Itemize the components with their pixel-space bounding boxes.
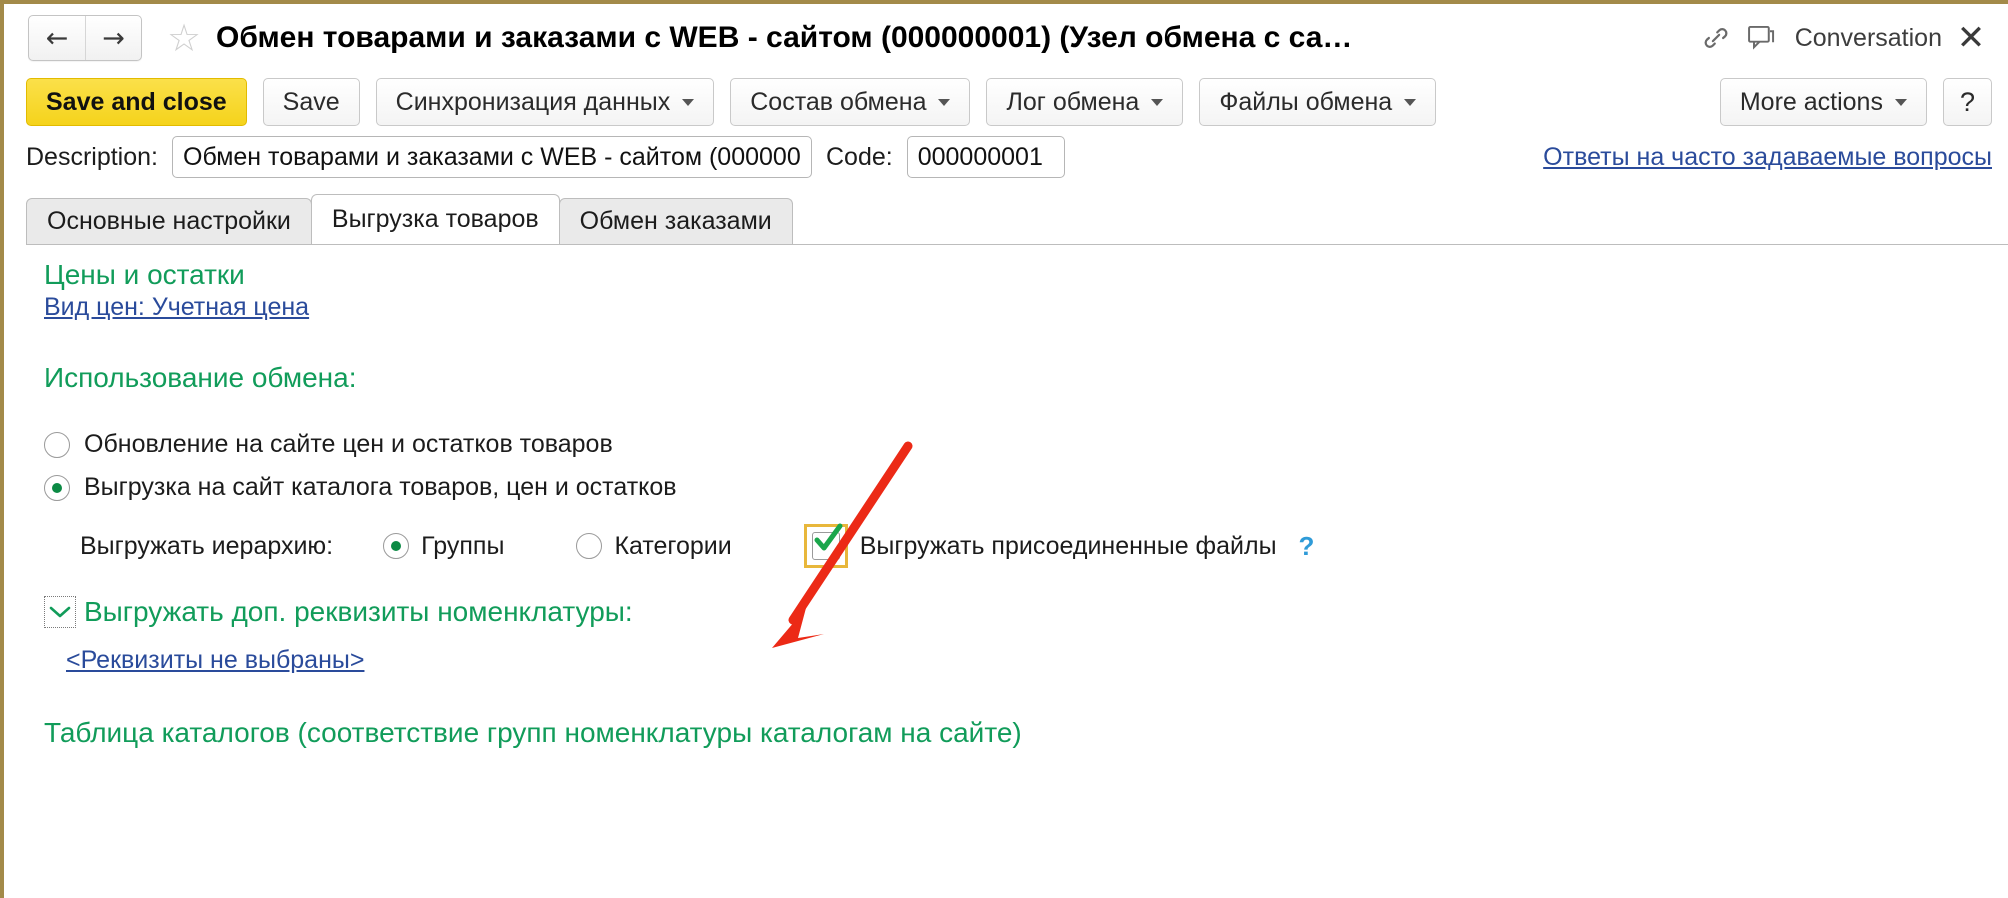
chevron-down-icon	[938, 98, 951, 106]
chevron-down-icon	[1894, 98, 1907, 106]
page-title: Обмен товарами и заказами с WEB - сайтом…	[216, 21, 1353, 54]
hierarchy-row: Выгружать иерархию: Группы Категории Выг…	[80, 523, 2008, 568]
checkbox-box	[811, 523, 843, 560]
radio-upload-catalog[interactable]	[44, 474, 70, 501]
command-bar: Save and close Save Синхронизация данных…	[4, 72, 2008, 132]
extra-props-section[interactable]: Выгружать доп. реквизиты номенклатуры:	[44, 596, 2008, 628]
exchange-files-menu-button[interactable]: Файлы обмена	[1199, 78, 1437, 126]
help-button[interactable]: ?	[1942, 78, 1992, 126]
star-icon[interactable]: ☆	[162, 16, 206, 60]
navigation-button-group: ← →	[28, 15, 142, 61]
conversation-label[interactable]: Conversation	[1795, 24, 1942, 53]
exchange-content-menu-button[interactable]: Состав обмена	[730, 78, 971, 126]
chevron-down-icon	[1404, 98, 1417, 106]
checkmark-icon	[814, 523, 843, 551]
more-actions-label: More actions	[1739, 87, 1883, 116]
exchange-content-label: Состав обмена	[750, 87, 927, 116]
help-question-icon[interactable]: ?	[1299, 531, 1315, 562]
attach-files-checkbox[interactable]	[803, 523, 848, 568]
save-and-close-button[interactable]: Save and close	[26, 78, 247, 126]
tab-panel-goods-upload: Цены и остатки Вид цен: Учетная цена Исп…	[26, 244, 2008, 854]
chevron-glyph	[49, 606, 71, 618]
faq-link[interactable]: Ответы на часто задаваемые вопросы	[1543, 143, 1992, 172]
hierarchy-groups-label: Группы	[421, 531, 505, 560]
tab-main-settings[interactable]: Основные настройки	[26, 198, 312, 244]
code-input[interactable]	[906, 136, 1065, 178]
chevron-down-icon[interactable]	[44, 596, 76, 628]
description-input[interactable]	[172, 136, 812, 178]
exchange-files-label: Файлы обмена	[1219, 87, 1393, 116]
document-window: ← → ☆ Обмен товарами и заказами с WEB - …	[0, 0, 2008, 898]
radio-hierarchy-groups[interactable]	[383, 533, 410, 559]
tab-order-exchange[interactable]: Обмен заказами	[558, 198, 793, 244]
usage-option-update-label: Обновление на сайте цен и остатков товар…	[84, 430, 613, 458]
usage-option-upload-catalog[interactable]: Выгрузка на сайт каталога товаров, цен и…	[44, 473, 2008, 502]
window-titlebar: ← → ☆ Обмен товарами и заказами с WEB - …	[4, 4, 2008, 72]
link-icon[interactable]	[1693, 16, 1739, 60]
radio-update-prices[interactable]	[44, 431, 70, 458]
extra-props-link[interactable]: <Реквизиты не выбраны>	[66, 646, 364, 675]
radio-hierarchy-categories[interactable]	[576, 533, 603, 559]
back-arrow-icon[interactable]: ←	[29, 16, 85, 60]
speech-bubble-icon[interactable]	[1739, 16, 1785, 60]
sync-data-label: Синхронизация данных	[395, 87, 671, 116]
extra-props-link-row: <Реквизиты не выбраны>	[66, 646, 2008, 675]
description-row: Description: Code: Ответы на часто задав…	[4, 132, 2008, 184]
more-actions-button[interactable]: More actions	[1719, 78, 1927, 126]
description-label: Description:	[26, 142, 158, 171]
attach-files-label: Выгружать присоединенные файлы	[859, 531, 1277, 560]
close-icon[interactable]: ✕	[1948, 15, 1994, 61]
usage-option-upload-catalog-label: Выгрузка на сайт каталога товаров, цен и…	[84, 473, 677, 501]
hierarchy-label: Выгружать иерархию:	[80, 531, 334, 560]
sync-data-menu-button[interactable]: Синхронизация данных	[375, 78, 715, 126]
extra-props-title: Выгружать доп. реквизиты номенклатуры:	[84, 596, 633, 627]
hierarchy-categories-label: Категории	[614, 531, 732, 560]
usage-option-update[interactable]: Обновление на сайте цен и остатков товар…	[44, 430, 2008, 459]
usage-spacer	[44, 400, 2008, 416]
code-label: Code:	[826, 142, 893, 171]
catalog-table-header: Таблица каталогов (соответствие групп но…	[44, 717, 1022, 748]
price-type-link[interactable]: Вид цен: Учетная цена	[44, 293, 309, 322]
prices-section-header: Цены и остатки	[44, 259, 245, 290]
chevron-down-icon	[1151, 98, 1164, 106]
usage-section-header: Использование обмена:	[44, 362, 357, 393]
save-button[interactable]: Save	[262, 78, 360, 126]
exchange-log-menu-button[interactable]: Лог обмена	[986, 78, 1184, 126]
forward-arrow-icon[interactable]: →	[85, 16, 141, 60]
tab-goods-upload[interactable]: Выгрузка товаров	[310, 194, 560, 244]
chevron-down-icon	[682, 98, 695, 106]
tab-strip: Основные настройки Выгрузка товаров Обме…	[4, 194, 2008, 244]
exchange-log-label: Лог обмена	[1006, 87, 1140, 116]
